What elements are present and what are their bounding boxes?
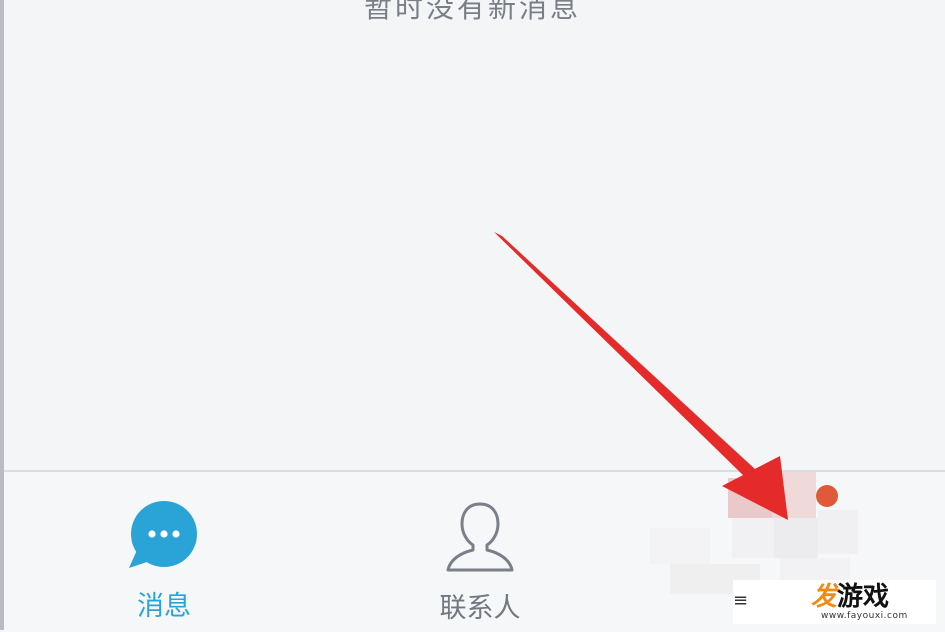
chat-bubble-icon xyxy=(123,500,205,572)
site-watermark: ≡ 发游戏 www.fayouxi.com xyxy=(733,580,936,624)
tab-messages-label: 消息 xyxy=(137,591,191,622)
tab-contacts[interactable]: 联系人 xyxy=(410,500,550,625)
tab-contacts-label: 联系人 xyxy=(439,593,521,624)
empty-state-message: 暂时没有新消息 xyxy=(363,0,581,24)
watermark-logo: 发游戏 xyxy=(811,582,890,612)
person-icon xyxy=(440,500,520,574)
tab-messages[interactable]: 消息 xyxy=(94,500,234,623)
watermark-edge-glyph: ≡ xyxy=(733,590,749,611)
watermark-url: www.fayouxi.com xyxy=(821,611,908,621)
notification-badge xyxy=(816,485,838,507)
